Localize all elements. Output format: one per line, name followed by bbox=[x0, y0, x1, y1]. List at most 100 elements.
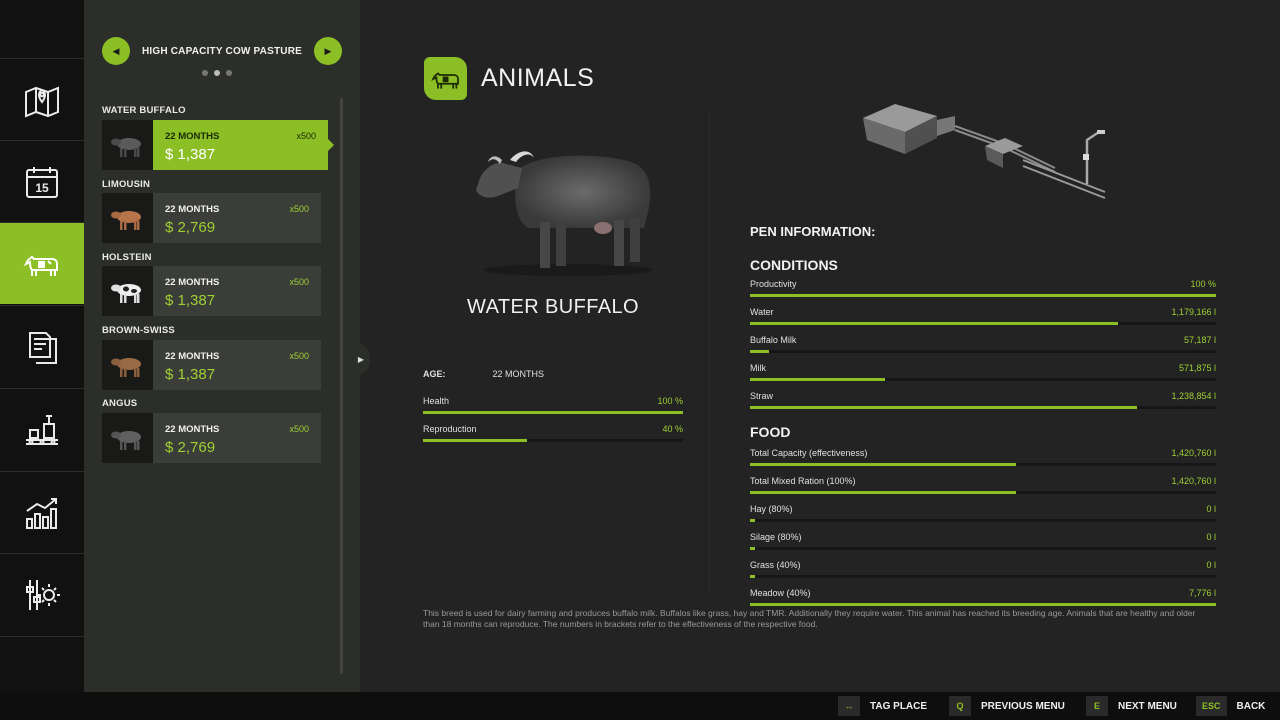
animal-age: 22 MONTHS bbox=[165, 424, 220, 435]
sidebar-item-statistics[interactable] bbox=[0, 471, 84, 553]
animal-quantity: x500 bbox=[289, 424, 309, 434]
page-dot-active[interactable] bbox=[214, 70, 220, 76]
row-bar-fill bbox=[750, 322, 1119, 325]
stat-reproduction: Reproduction 40 % bbox=[423, 424, 683, 442]
animal-name: WATER BUFFALO bbox=[467, 296, 639, 318]
row-bar-fill bbox=[750, 603, 1216, 606]
food-silage: Silage (80%) 0 l bbox=[750, 532, 1216, 550]
row-bar bbox=[750, 463, 1216, 466]
animal-card-water-buffalo[interactable]: 22 MONTHS x500 $ 1,387 bbox=[102, 120, 334, 170]
page-title: ANIMALS bbox=[481, 64, 595, 92]
sidebar-item-contracts[interactable] bbox=[0, 305, 84, 387]
animal-price: $ 2,769 bbox=[165, 439, 216, 456]
condition-productivity: Productivity 100 % bbox=[750, 279, 1216, 297]
map-pin-icon bbox=[25, 86, 59, 117]
page-dot[interactable] bbox=[202, 70, 208, 76]
stat-health: Health 100 % bbox=[423, 396, 683, 414]
page-indicator bbox=[202, 70, 232, 76]
animal-price: $ 2,769 bbox=[165, 219, 216, 236]
animal-card-holstein[interactable]: 22 MONTHS x500 $ 1,387 bbox=[102, 266, 321, 316]
stat-bar bbox=[423, 411, 683, 414]
stat-bar bbox=[423, 439, 683, 442]
row-bar bbox=[750, 519, 1216, 522]
condition-buffalo-milk: Buffalo Milk 57,187 l bbox=[750, 335, 1216, 353]
hint-label: NEXT MENU bbox=[1118, 700, 1177, 712]
key-badge: ESC bbox=[1196, 696, 1227, 716]
hint-next-menu[interactable]: E NEXT MENU bbox=[1086, 696, 1177, 716]
row-bar bbox=[750, 547, 1216, 550]
hint-previous-menu[interactable]: Q PREVIOUS MENU bbox=[949, 696, 1065, 716]
animal-thumbnail bbox=[102, 340, 153, 390]
column-divider bbox=[709, 112, 710, 592]
stat-value: 40 % bbox=[662, 424, 683, 434]
animal-card-limousin[interactable]: 22 MONTHS x500 $ 2,769 bbox=[102, 193, 321, 243]
prev-pasture-button[interactable]: ◀ bbox=[102, 37, 130, 65]
condition-milk: Milk 571,875 l bbox=[750, 363, 1216, 381]
animal-card-angus[interactable]: 22 MONTHS x500 $ 2,769 bbox=[102, 413, 321, 463]
pen-info-title: PEN INFORMATION: bbox=[750, 224, 876, 239]
row-label: Total Mixed Ration (100%) bbox=[750, 476, 856, 486]
row-label: Meadow (40%) bbox=[750, 588, 811, 598]
food-meadow: Meadow (40%) 7,776 l bbox=[750, 588, 1216, 606]
page-dot[interactable] bbox=[226, 70, 232, 76]
sidebar-item-settings[interactable] bbox=[0, 553, 84, 635]
row-bar bbox=[750, 491, 1216, 494]
triangle-left-icon: ◀ bbox=[112, 45, 120, 56]
hint-label: TAG PLACE bbox=[870, 700, 928, 712]
age-value: 22 MONTHS bbox=[492, 369, 545, 379]
row-label: Milk bbox=[750, 363, 766, 373]
key-badge: Q bbox=[949, 696, 971, 716]
row-bar-fill bbox=[750, 547, 755, 550]
age-label: AGE: bbox=[423, 369, 446, 379]
row-bar-fill bbox=[750, 294, 1216, 297]
list-scrollbar[interactable] bbox=[340, 98, 343, 674]
animal-quantity: x500 bbox=[296, 131, 316, 141]
row-bar bbox=[750, 575, 1216, 578]
hint-label: BACK bbox=[1236, 700, 1266, 712]
row-value: 100 % bbox=[1190, 279, 1216, 289]
bar-chart-icon bbox=[26, 497, 57, 529]
row-value: 7,776 l bbox=[1188, 588, 1216, 598]
row-value: 1,238,854 l bbox=[1171, 391, 1216, 401]
animal-thumbnail bbox=[102, 193, 153, 243]
row-label: Straw bbox=[750, 391, 774, 401]
conditions-title: CONDITIONS bbox=[750, 257, 838, 273]
row-bar-fill bbox=[750, 491, 1016, 494]
sidebar-item-production[interactable] bbox=[0, 388, 84, 470]
hint-back[interactable]: ESC BACK bbox=[1196, 696, 1265, 716]
animal-thumbnail bbox=[102, 413, 153, 463]
animal-thumbnail bbox=[102, 266, 153, 316]
row-label: Hay (80%) bbox=[750, 504, 793, 514]
sidebar-item-animals[interactable] bbox=[0, 222, 91, 304]
row-value: 571,875 l bbox=[1178, 363, 1216, 373]
row-label: Buffalo Milk bbox=[750, 335, 797, 345]
sidebar-nav: 15 bbox=[0, 0, 91, 692]
triangle-right-icon: ▶ bbox=[357, 354, 365, 364]
row-label: Water bbox=[750, 307, 774, 317]
animal-card-brown-swiss[interactable]: 22 MONTHS x500 $ 1,387 bbox=[102, 340, 321, 390]
stat-bar-fill bbox=[423, 411, 683, 414]
screen: 15 ◀ HIGH CAPACITY COW PASTURE ▶ WATER B… bbox=[0, 0, 1280, 720]
sidebar-item-map[interactable] bbox=[0, 58, 84, 140]
animal-thumbnail bbox=[102, 120, 153, 170]
animal-age: 22 MONTHS bbox=[165, 204, 220, 215]
row-bar bbox=[750, 322, 1216, 325]
key-badge: E bbox=[1086, 696, 1108, 716]
row-value: 1,420,760 l bbox=[1171, 476, 1216, 486]
row-bar bbox=[750, 378, 1216, 381]
category-label: HOLSTEIN bbox=[102, 252, 152, 263]
category-label: LIMOUSIN bbox=[102, 179, 151, 190]
category-label: BROWN-SWISS bbox=[102, 325, 175, 336]
gear-sliders-icon bbox=[26, 579, 60, 610]
row-label: Total Capacity (effectiveness) bbox=[750, 448, 868, 458]
animals-section-icon bbox=[424, 57, 467, 100]
row-value: 0 l bbox=[1206, 560, 1216, 570]
hint-tag-place[interactable]: ↔ TAG PLACE bbox=[838, 696, 927, 716]
calendar-icon: 15 bbox=[26, 166, 58, 198]
input-hints-bar: ↔ TAG PLACE Q PREVIOUS MENU E NEXT MENU … bbox=[0, 692, 1280, 720]
next-pasture-button[interactable]: ▶ bbox=[313, 37, 342, 65]
animal-price: $ 1,387 bbox=[165, 292, 216, 309]
row-bar-fill bbox=[750, 378, 886, 381]
sidebar-item-calendar[interactable]: 15 bbox=[0, 140, 84, 222]
animal-description: This breed is used for dairy farming and… bbox=[423, 608, 1196, 629]
